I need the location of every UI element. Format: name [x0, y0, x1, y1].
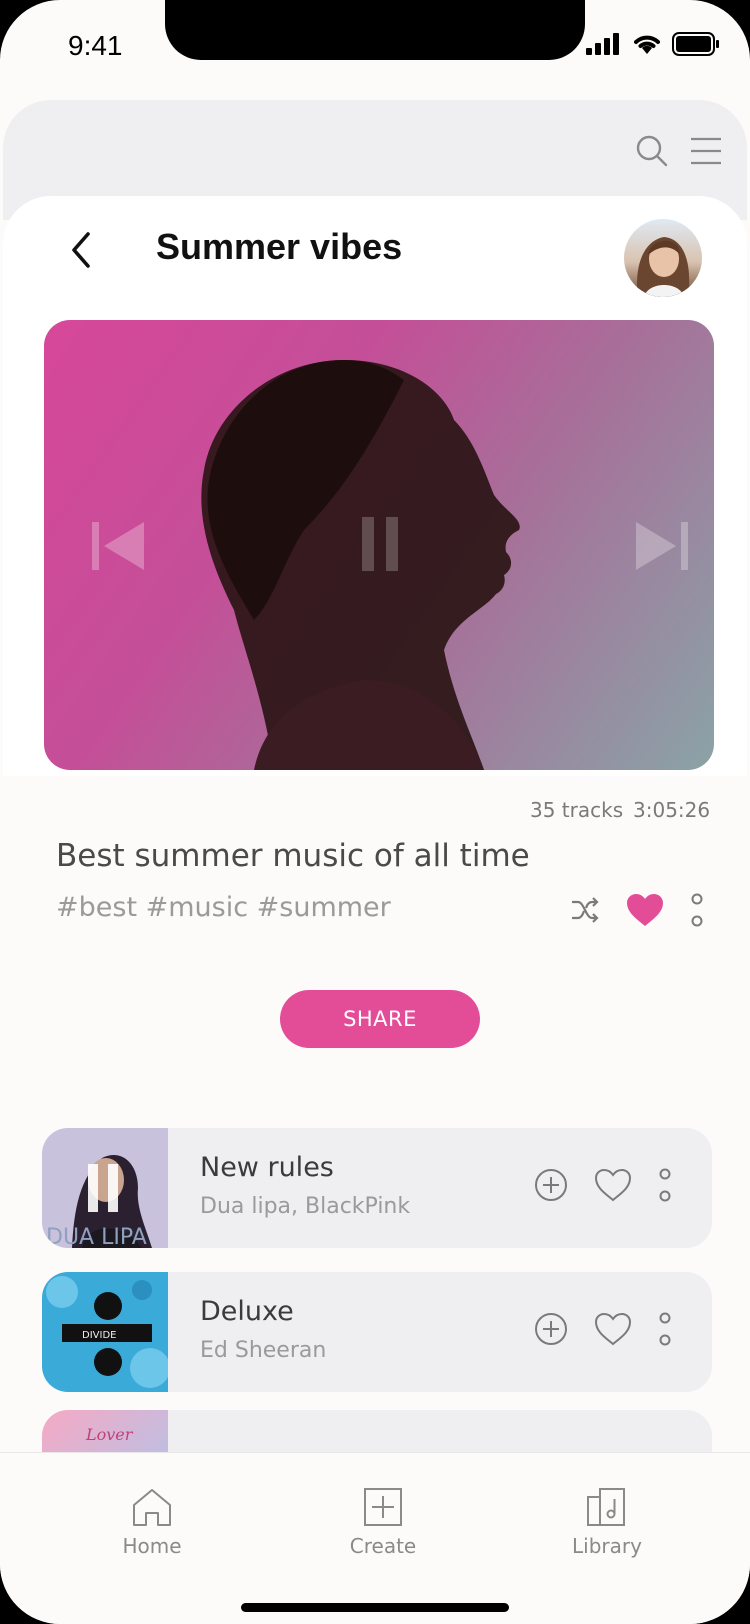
page-title: Summer vibes [156, 226, 403, 267]
nav-create-label: Create [349, 1534, 417, 1558]
search-icon[interactable] [636, 135, 668, 167]
home-icon [133, 1489, 171, 1526]
heart-filled-icon[interactable] [626, 893, 664, 927]
share-button[interactable]: SHARE [280, 990, 480, 1048]
nav-library[interactable]: Library [547, 1487, 667, 1558]
notch [165, 0, 585, 60]
nav-home[interactable]: Home [92, 1487, 212, 1558]
track-actions [534, 1168, 672, 1202]
signal-icon [586, 33, 619, 55]
album-art-text: DIVIDE [82, 1330, 116, 1341]
track-row[interactable]: DIVIDE Deluxe Ed Sheeran [42, 1272, 712, 1392]
playlist-actions [570, 893, 704, 927]
heart-outline-icon[interactable] [594, 1168, 632, 1202]
playlist-tags: #best #music #summer [56, 892, 391, 923]
status-time: 9:41 [68, 30, 123, 61]
more-vertical-icon[interactable] [690, 893, 704, 927]
back-button[interactable] [64, 230, 100, 270]
heart-outline-icon[interactable] [594, 1312, 632, 1346]
menu-icon[interactable] [690, 137, 722, 165]
track-actions [534, 1312, 672, 1346]
avatar-portrait [637, 237, 690, 297]
nav-create[interactable]: Create [323, 1487, 443, 1558]
track-row[interactable]: DUA LIPA New rules Dua lipa, BlackPink [42, 1128, 712, 1248]
battery-icon [672, 32, 719, 56]
track-title: New rules [200, 1152, 334, 1183]
next-icon[interactable] [634, 520, 690, 572]
more-vertical-icon[interactable] [658, 1168, 672, 1202]
track-title: Deluxe [200, 1296, 294, 1327]
bottom-navigation: Home Create Library [0, 1452, 750, 1624]
add-square-icon [364, 1488, 402, 1526]
wifi-icon [634, 35, 660, 54]
top-bar-actions [636, 135, 722, 167]
playlist-cover [44, 320, 714, 770]
more-vertical-icon[interactable] [658, 1312, 672, 1346]
playlist-duration: 3:05:26 [633, 798, 711, 822]
playlist-description: Best summer music of all time [56, 838, 530, 874]
track-artist: Dua lipa, BlackPink [200, 1194, 411, 1219]
album-art: DIVIDE [42, 1272, 170, 1392]
nav-home-label: Home [122, 1534, 182, 1558]
tracks-count: 35 tracks [530, 798, 624, 822]
add-circle-icon[interactable] [534, 1312, 568, 1346]
album-art: DUA LIPA [42, 1128, 168, 1248]
album-art-text: DUA LIPA [46, 1225, 147, 1248]
shuffle-icon[interactable] [570, 896, 600, 924]
phone-screen: 9:41 Summer vibes 35 tracks 3:05:26 Best… [0, 0, 750, 1624]
status-icons [586, 32, 720, 56]
track-artist: Ed Sheeran [200, 1338, 327, 1363]
library-icon [587, 1488, 625, 1526]
album-art-text: Lover [85, 1425, 134, 1444]
pause-icon[interactable] [360, 515, 400, 573]
previous-icon[interactable] [90, 520, 146, 572]
avatar[interactable] [624, 219, 702, 297]
nav-library-label: Library [572, 1534, 642, 1558]
add-circle-icon[interactable] [534, 1168, 568, 1202]
home-indicator [241, 1603, 509, 1612]
